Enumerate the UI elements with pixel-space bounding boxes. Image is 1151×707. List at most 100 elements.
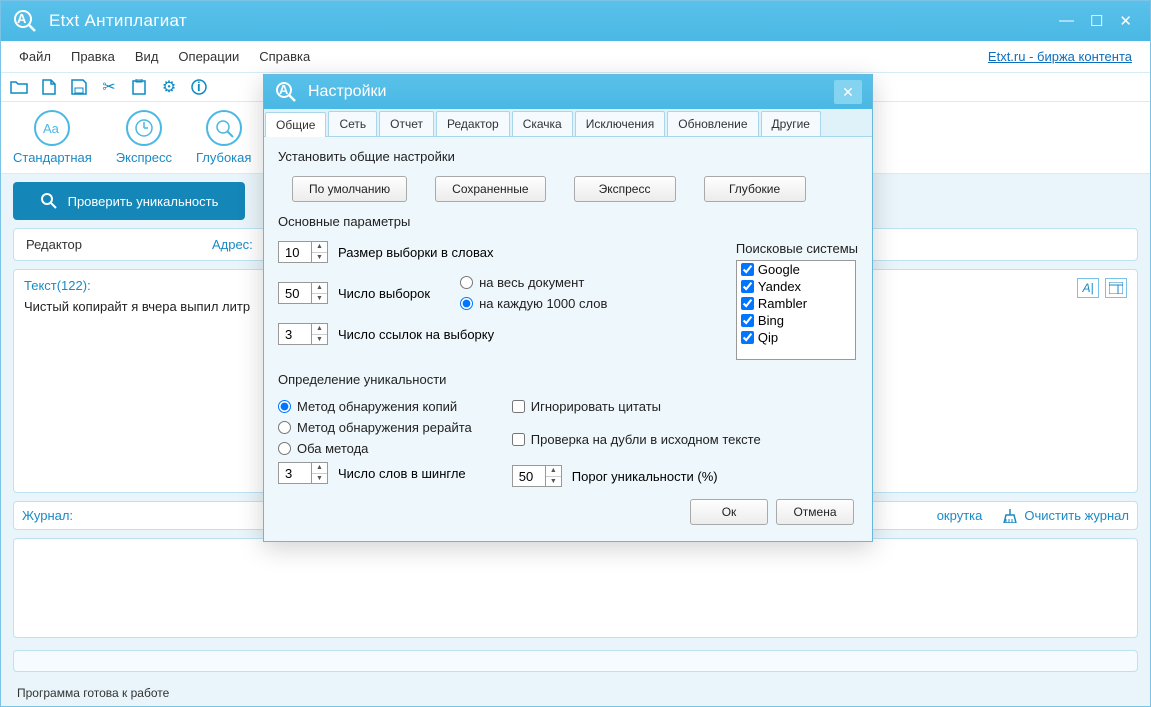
- status-text: Программа готова к работе: [13, 680, 1138, 706]
- spin-down-icon[interactable]: ▼: [312, 474, 327, 484]
- mode-standard[interactable]: Aa Стандартная: [13, 110, 92, 165]
- journal-scroll-link[interactable]: окрутка: [937, 508, 983, 523]
- svg-text:A: A: [17, 11, 27, 26]
- tab-general[interactable]: Общие: [265, 112, 326, 137]
- search-icon: [40, 192, 58, 210]
- dialog-title: Настройки: [308, 83, 834, 101]
- spin-down-icon[interactable]: ▼: [312, 294, 327, 304]
- standard-mode-icon: Aa: [34, 110, 70, 146]
- svg-text:A: A: [279, 82, 289, 97]
- engine-yandex[interactable]: Yandex: [737, 278, 855, 295]
- check-uniqueness-button[interactable]: Проверить уникальность: [13, 182, 245, 220]
- engine-rambler[interactable]: Rambler: [737, 295, 855, 312]
- deep-mode-icon: [206, 110, 242, 146]
- mode-express-label: Экспресс: [116, 150, 172, 165]
- menu-view[interactable]: Вид: [125, 47, 169, 66]
- threshold-spinner[interactable]: 50▲▼: [512, 465, 562, 487]
- preset-default-button[interactable]: По умолчанию: [292, 176, 407, 202]
- minimize-button[interactable]: —: [1055, 12, 1078, 30]
- dialog-close-button[interactable]: ✕: [834, 80, 862, 104]
- clear-journal-button[interactable]: Очистить журнал: [1002, 508, 1129, 523]
- tab-bar: Общие Сеть Отчет Редактор Скачка Исключе…: [264, 109, 872, 137]
- tab-report[interactable]: Отчет: [379, 111, 434, 136]
- search-engines-list[interactable]: Google Yandex Rambler Bing Qip: [736, 260, 856, 360]
- close-button[interactable]: ✕: [1115, 12, 1136, 30]
- engine-google[interactable]: Google: [737, 261, 855, 278]
- cancel-button[interactable]: Отмена: [776, 499, 854, 525]
- scope-whole-label: на весь документ: [479, 275, 584, 290]
- check-uniqueness-label: Проверить уникальность: [68, 194, 219, 209]
- spin-down-icon[interactable]: ▼: [312, 253, 327, 263]
- menu-help[interactable]: Справка: [249, 47, 320, 66]
- threshold-label: Порог уникальности (%): [572, 469, 718, 484]
- shingle-value: 3: [285, 466, 292, 481]
- menu-edit[interactable]: Правка: [61, 47, 125, 66]
- method-copy-radio[interactable]: Метод обнаружения копий: [278, 399, 472, 414]
- mode-express[interactable]: Экспресс: [116, 110, 172, 165]
- clear-journal-label: Очистить журнал: [1024, 508, 1129, 523]
- spin-up-icon[interactable]: ▲: [312, 463, 327, 474]
- method-rewrite-radio[interactable]: Метод обнаружения рерайта: [278, 420, 472, 435]
- svg-text:Aa: Aa: [43, 121, 60, 136]
- scope-per1000-radio[interactable]: на каждую 1000 слов: [460, 296, 607, 311]
- tab-other[interactable]: Другие: [761, 111, 821, 136]
- menu-bar: Файл Правка Вид Операции Справка Etxt.ru…: [1, 41, 1150, 73]
- save-icon[interactable]: [69, 77, 89, 97]
- tab-download[interactable]: Скачка: [512, 111, 573, 136]
- text-layout-icon[interactable]: [1105, 278, 1127, 298]
- menu-operations[interactable]: Операции: [168, 47, 249, 66]
- spin-up-icon[interactable]: ▲: [312, 283, 327, 294]
- text-select-icon[interactable]: A|: [1077, 278, 1099, 298]
- ok-button[interactable]: Ок: [690, 499, 768, 525]
- sample-count-spinner[interactable]: 50 ▲▼: [278, 282, 328, 304]
- dialog-logo-icon: A: [274, 80, 298, 104]
- preset-express-button[interactable]: Экспресс: [574, 176, 676, 202]
- spin-down-icon[interactable]: ▼: [312, 335, 327, 345]
- svg-text:i: i: [197, 79, 201, 94]
- etxt-link[interactable]: Etxt.ru - биржа контента: [988, 49, 1142, 64]
- journal-label: Журнал:: [22, 508, 73, 523]
- spin-up-icon[interactable]: ▲: [546, 466, 561, 477]
- spin-down-icon[interactable]: ▼: [546, 477, 561, 487]
- tab-editor[interactable]: Редактор: [436, 111, 510, 136]
- spin-up-icon[interactable]: ▲: [312, 242, 327, 253]
- spin-up-icon[interactable]: ▲: [312, 324, 327, 335]
- search-engines-label: Поисковые системы: [736, 241, 858, 256]
- engine-qip[interactable]: Qip: [737, 329, 855, 346]
- preset-deep-button[interactable]: Глубокие: [704, 176, 806, 202]
- sample-size-label: Размер выборки в словах: [338, 245, 493, 260]
- editor-label: Редактор: [26, 237, 82, 252]
- mode-deep[interactable]: Глубокая: [196, 110, 251, 165]
- menu-file[interactable]: Файл: [9, 47, 61, 66]
- scope-per1000-label: на каждую 1000 слов: [479, 296, 607, 311]
- sample-size-value: 10: [285, 245, 299, 260]
- scope-whole-radio[interactable]: на весь документ: [460, 275, 607, 290]
- maximize-button[interactable]: ☐: [1086, 12, 1107, 30]
- preset-saved-button[interactable]: Сохраненные: [435, 176, 545, 202]
- links-count-spinner[interactable]: 3▲▼: [278, 323, 328, 345]
- method-copy-label: Метод обнаружения копий: [297, 399, 457, 414]
- open-folder-icon[interactable]: [9, 77, 29, 97]
- app-logo-icon: A: [11, 7, 39, 35]
- sample-size-spinner[interactable]: 10 ▲▼: [278, 241, 328, 263]
- check-dupes-checkbox[interactable]: Проверка на дубли в исходном тексте: [512, 432, 761, 447]
- broom-icon: [1002, 509, 1018, 523]
- sample-count-value: 50: [285, 286, 299, 301]
- tab-update[interactable]: Обновление: [667, 111, 758, 136]
- new-file-icon[interactable]: [39, 77, 59, 97]
- shingle-spinner[interactable]: 3 ▲▼: [278, 462, 328, 484]
- engine-bing[interactable]: Bing: [737, 312, 855, 329]
- dialog-body: Установить общие настройки По умолчанию …: [264, 137, 872, 541]
- cut-icon[interactable]: ✂: [99, 77, 119, 97]
- journal-body: [13, 538, 1138, 638]
- info-icon[interactable]: i: [189, 77, 209, 97]
- method-both-label: Оба метода: [297, 441, 368, 456]
- paste-icon[interactable]: [129, 77, 149, 97]
- tab-exclusions[interactable]: Исключения: [575, 111, 666, 136]
- presets-label: Установить общие настройки: [278, 149, 858, 164]
- ignore-quotes-checkbox[interactable]: Игнорировать цитаты: [512, 399, 761, 414]
- address-label: Адрес:: [212, 237, 253, 252]
- settings-icon[interactable]: ⚙: [159, 77, 179, 97]
- tab-network[interactable]: Сеть: [328, 111, 377, 136]
- method-both-radio[interactable]: Оба метода: [278, 441, 472, 456]
